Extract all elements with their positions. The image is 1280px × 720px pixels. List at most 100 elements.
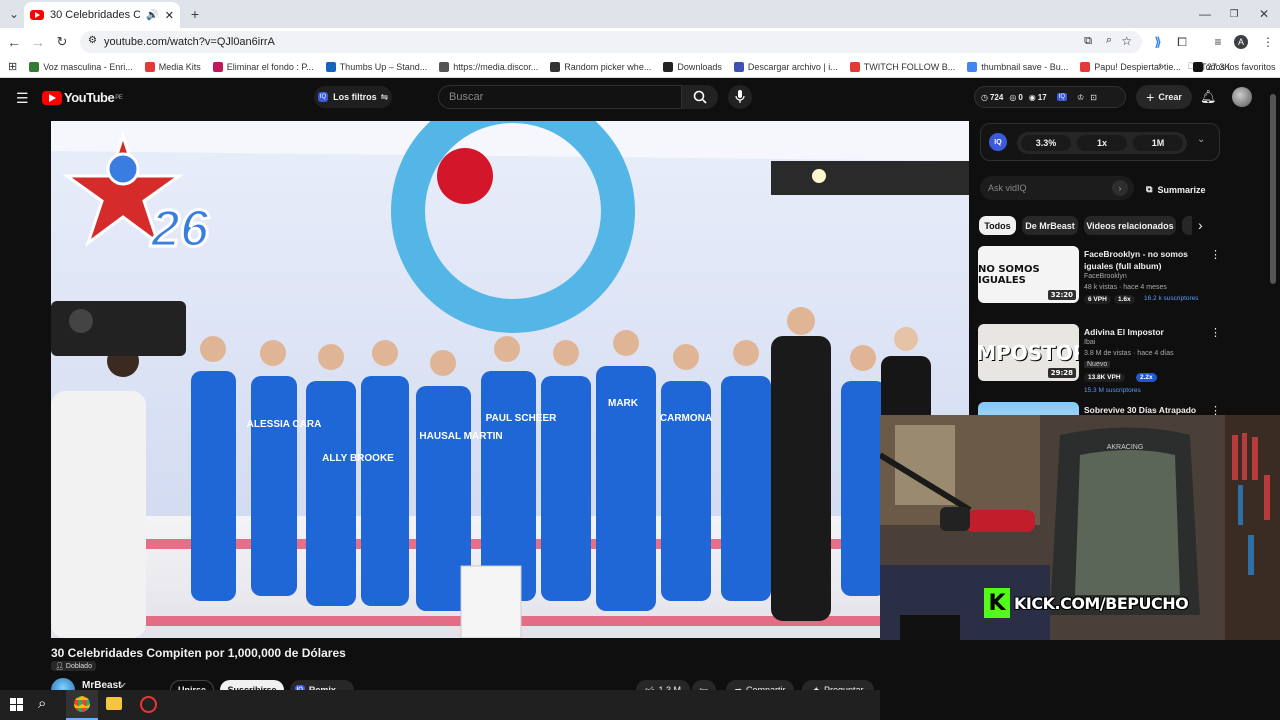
bookmark-item[interactable]: TWITCH FOLLOW B...	[849, 61, 955, 72]
bookmark-item[interactable]: Voz masculina - Enri...	[29, 61, 133, 72]
bookmarks-bar: ⊞ Voz masculina - Enri... Media Kits Elimi…	[0, 56, 1280, 78]
youtube-logo[interactable]: YouTube PE	[42, 90, 123, 105]
taskbar-search-icon[interactable]: ⌕	[38, 695, 46, 712]
chip-partial	[1182, 216, 1192, 235]
microphone-icon	[735, 90, 745, 103]
related-title[interactable]: Adivina El Impostor	[1084, 326, 1204, 338]
dub-person-icon: 👤︎	[55, 663, 64, 670]
bookmark-label: Eliminar el fondo : P...	[226, 61, 314, 72]
taskbar-explorer-icon[interactable]	[106, 697, 122, 710]
related-video-item[interactable]: IMPOSTOR 29:28 Adivina El Impostor ⋮ Ibai…	[978, 324, 1222, 398]
chips-next-chevron-icon[interactable]: ›	[1198, 217, 1203, 233]
chip-mrbeast[interactable]: De MrBeast	[1022, 216, 1078, 235]
vidiq-stat-1[interactable]: 1x	[1077, 135, 1127, 151]
active-tab[interactable]: 30 Celebridades Compiten 🔊 ✕	[24, 2, 180, 28]
notifications-bell-icon[interactable]: 🔔︎	[1200, 89, 1217, 105]
related-title[interactable]: FaceBrooklyn - no somos iguales (full al…	[1084, 248, 1204, 272]
new-tab-icon[interactable]: +	[185, 4, 205, 24]
extensions-icon[interactable]: ⧠	[1172, 32, 1192, 52]
vidiq-stat-2[interactable]: 1M	[1133, 135, 1183, 151]
region-code: PE	[115, 94, 123, 101]
address-bar[interactable]: ⚙ youtube.com/watch?v=QJl0an6irrA ⧉ ⌕ ☆	[80, 31, 1142, 53]
bookmark-favicon-icon	[29, 61, 40, 72]
voice-search-button[interactable]	[728, 85, 752, 109]
summarize-button[interactable]: ⧉ Summarize	[1146, 184, 1205, 195]
taskbar-chrome-icon[interactable]	[66, 690, 98, 720]
forward-icon[interactable]: →	[28, 32, 48, 52]
restore-icon[interactable]: ❐	[1224, 4, 1244, 24]
new-badge: Nuevo	[1084, 361, 1111, 368]
search-input[interactable]: Buscar	[438, 85, 682, 109]
search-button[interactable]	[682, 85, 718, 109]
taskbar-obs-icon[interactable]	[140, 696, 157, 713]
bookmark-star-icon[interactable]: ☆	[1121, 34, 1132, 48]
related-kebab-icon[interactable]: ⋮	[1210, 326, 1221, 339]
stat-c: 17	[1037, 92, 1047, 102]
related-kebab-icon[interactable]: ⋮	[1210, 248, 1221, 261]
vidiq-panel: IQ 3.3% 1x 1M ⌄	[980, 123, 1220, 161]
chair-brand-text: AKRACING	[1107, 444, 1144, 451]
bookmark-label: Media Kits	[158, 61, 201, 72]
search-icon	[693, 90, 707, 104]
close-window-icon[interactable]: ✕	[1254, 4, 1274, 24]
apps-grid-icon[interactable]: ⊞	[8, 60, 17, 73]
bookmark-favicon-icon	[550, 61, 561, 72]
profile-avatar[interactable]: A	[1234, 35, 1248, 49]
install-icon[interactable]: ⧉	[1084, 35, 1092, 48]
jersey-label-3: HAUSAL MARTIN	[419, 431, 502, 442]
account-avatar[interactable]	[1232, 87, 1252, 107]
bookmark-item[interactable]: Eliminar el fondo : P...	[212, 61, 314, 72]
more-bookmarks-icon[interactable]: »	[1158, 61, 1164, 73]
close-tab-icon[interactable]: ✕	[165, 9, 174, 22]
youtube-favicon-icon	[30, 10, 44, 20]
notif-small-icon: ⊡	[1090, 92, 1097, 102]
chip-related[interactable]: Videos relacionados	[1084, 216, 1176, 235]
tab-title: 30 Celebridades Compiten	[50, 9, 141, 21]
stat-b-icon: ◎	[1009, 92, 1017, 102]
speaker-icon[interactable]: 🔊	[146, 10, 158, 21]
ask-send-icon[interactable]: ›	[1112, 180, 1128, 196]
vidiq-expand-chevron-icon[interactable]: ⌄	[1197, 134, 1205, 145]
page-scrollbar[interactable]	[1270, 94, 1276, 284]
site-info-icon[interactable]: ⚙	[88, 35, 97, 46]
bookmark-favicon-icon	[967, 61, 978, 72]
bookmark-item[interactable]: https://media.discor...	[439, 61, 538, 72]
folder-icon: 🗀	[1188, 60, 1198, 71]
youtube-play-icon	[42, 90, 62, 105]
create-button[interactable]: + Crear	[1136, 85, 1192, 109]
related-thumbnail[interactable]: IMPOSTOR 29:28	[978, 324, 1079, 381]
filters-button[interactable]: IQ Los filtros ⇋	[314, 86, 392, 108]
reading-list-icon[interactable]: ≡	[1208, 32, 1228, 52]
bookmark-item[interactable]: Downloads	[663, 61, 722, 72]
bookmark-item[interactable]: Papu! Despierta! tie...	[1080, 61, 1181, 72]
vidiq-filter-icon: IQ	[317, 92, 329, 102]
related-video-item[interactable]: NO SOMOS IGUALES 32:20 FaceBrooklyn - no…	[978, 246, 1222, 320]
bookmark-item[interactable]: Random picker whe...	[550, 61, 651, 72]
back-icon[interactable]: ←	[4, 32, 24, 52]
ask-vidiq-input[interactable]: Ask vidIQ ›	[980, 176, 1134, 200]
vidiq-stat-0[interactable]: 3.3%	[1021, 135, 1071, 151]
related-channel[interactable]: Ibai	[1084, 339, 1095, 346]
bookmark-item[interactable]: thumbnail save - Bu...	[967, 61, 1068, 72]
all-favorites-label: Todos los favoritos	[1201, 61, 1276, 72]
vidiq-stats-bar[interactable]: ◷ 724 ◎ 0 ◉ 17 IQ ♔ ⊡	[974, 86, 1126, 108]
bookmark-item[interactable]: Descargar archivo | i...	[733, 61, 838, 72]
menu-kebab-icon[interactable]: ⋮	[1258, 32, 1278, 52]
zoom-icon[interactable]: ⌕	[1106, 34, 1112, 47]
related-thumbnail[interactable]: NO SOMOS IGUALES 32:20	[978, 246, 1079, 303]
related-channel[interactable]: FaceBrooklyn	[1084, 273, 1127, 280]
bookmark-label: Thumbs Up – Stand...	[339, 61, 428, 72]
windows-start-icon[interactable]	[10, 698, 23, 711]
reload-icon[interactable]: ↻	[52, 32, 72, 52]
video-player[interactable]: 26 ALLY BROOKE ALESSIA CARA PAUL SCHEER …	[51, 121, 969, 638]
all-favorites-folder[interactable]: 🗀 Todos los favoritos	[1188, 59, 1276, 75]
bookmark-label: Descargar archivo | i...	[747, 61, 838, 72]
tab-search-icon[interactable]: ⌄	[4, 4, 24, 24]
vidiq-extension-icon[interactable]: ⟫	[1148, 32, 1168, 52]
bookmark-item[interactable]: Media Kits	[144, 61, 201, 72]
minimize-icon[interactable]: —	[1195, 4, 1215, 24]
chip-all[interactable]: Todos	[979, 216, 1016, 235]
trophy-icon: ♔	[1077, 92, 1085, 102]
hamburger-menu-icon[interactable]: ☰	[16, 90, 29, 107]
bookmark-item[interactable]: Thumbs Up – Stand...	[325, 61, 428, 72]
